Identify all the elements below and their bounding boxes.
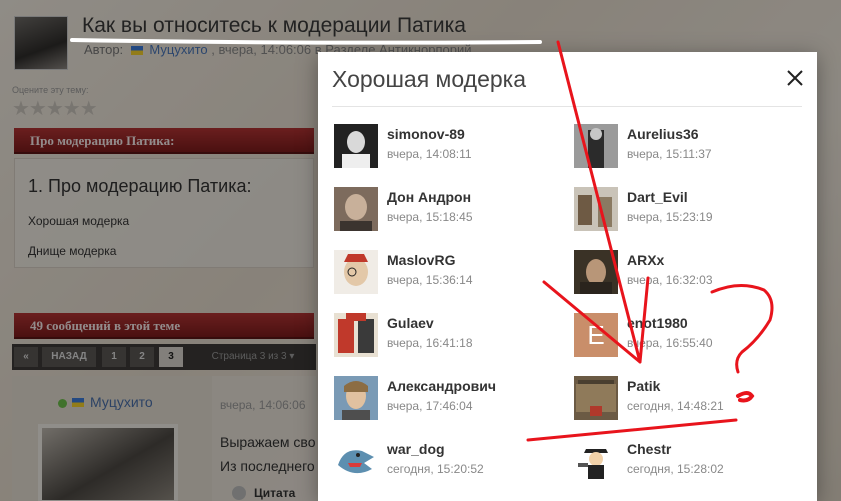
voter-time: вчера, 14:08:11 — [387, 147, 472, 161]
voter-avatar[interactable] — [574, 376, 618, 420]
voter-avatar[interactable] — [574, 250, 618, 294]
voter-name[interactable]: simonov-89 — [387, 126, 465, 142]
voter-name[interactable]: Chestr — [627, 441, 671, 457]
voter-name[interactable]: Patik — [627, 378, 660, 394]
voter-item[interactable]: Дон Андрон вчера, 15:18:45 — [334, 187, 564, 237]
voter-time: вчера, 15:36:14 — [387, 273, 473, 287]
voters-modal: Хорошая модерка simonov-89 вчера, 14:08:… — [318, 52, 817, 501]
close-icon[interactable] — [784, 67, 806, 89]
voter-avatar[interactable] — [334, 376, 378, 420]
voter-avatar[interactable] — [334, 439, 378, 483]
voter-name[interactable]: Aurelius36 — [627, 126, 699, 142]
voter-item[interactable]: Chestr сегодня, 15:28:02 — [574, 439, 804, 489]
voter-avatar[interactable] — [334, 124, 378, 168]
voter-time: вчера, 15:23:19 — [627, 210, 713, 224]
voter-name[interactable]: ARXx — [627, 252, 664, 268]
voter-time: вчера, 16:55:40 — [627, 336, 713, 350]
voter-avatar[interactable] — [334, 250, 378, 294]
voter-time: вчера, 16:41:18 — [387, 336, 473, 350]
voter-avatar[interactable] — [574, 439, 618, 483]
voter-name[interactable]: Dart_Evil — [627, 189, 688, 205]
voter-item[interactable]: E enot1980 вчера, 16:55:40 — [574, 313, 804, 363]
voter-item[interactable]: Dart_Evil вчера, 15:23:19 — [574, 187, 804, 237]
voter-time: вчера, 15:11:37 — [627, 147, 712, 161]
voter-item[interactable]: Александрович вчера, 17:46:04 — [334, 376, 564, 426]
voter-avatar[interactable] — [334, 187, 378, 231]
voter-time: сегодня, 15:20:52 — [387, 462, 484, 476]
voter-name[interactable]: Александрович — [387, 378, 496, 394]
voter-name[interactable]: MaslovRG — [387, 252, 455, 268]
voter-avatar-letter: E — [574, 313, 618, 357]
modal-title: Хорошая модерка — [332, 66, 527, 92]
voter-item[interactable]: ARXx вчера, 16:32:03 — [574, 250, 804, 300]
voter-name[interactable]: Gulaev — [387, 315, 434, 331]
voter-item[interactable]: Aurelius36 вчера, 15:11:37 — [574, 124, 804, 174]
voter-avatar[interactable]: E — [574, 313, 618, 357]
voter-item[interactable]: war_dog сегодня, 15:20:52 — [334, 439, 564, 489]
voter-avatar[interactable] — [334, 313, 378, 357]
voter-avatar[interactable] — [574, 124, 618, 168]
voter-item[interactable]: Patik сегодня, 14:48:21 — [574, 376, 804, 426]
voter-avatar[interactable] — [574, 187, 618, 231]
voter-time: сегодня, 14:48:21 — [627, 399, 724, 413]
voter-name[interactable]: Дон Андрон — [387, 189, 471, 205]
voter-item[interactable]: Gulaev вчера, 16:41:18 — [334, 313, 564, 363]
voter-item[interactable]: MaslovRG вчера, 15:36:14 — [334, 250, 564, 300]
voter-name[interactable]: enot1980 — [627, 315, 688, 331]
voter-name[interactable]: war_dog — [387, 441, 445, 457]
voter-time: вчера, 16:32:03 — [627, 273, 713, 287]
modal-divider — [332, 106, 802, 107]
voter-time: вчера, 17:46:04 — [387, 399, 473, 413]
voter-time: вчера, 15:18:45 — [387, 210, 473, 224]
voter-time: сегодня, 15:28:02 — [627, 462, 724, 476]
voter-item[interactable]: simonov-89 вчера, 14:08:11 — [334, 124, 564, 174]
